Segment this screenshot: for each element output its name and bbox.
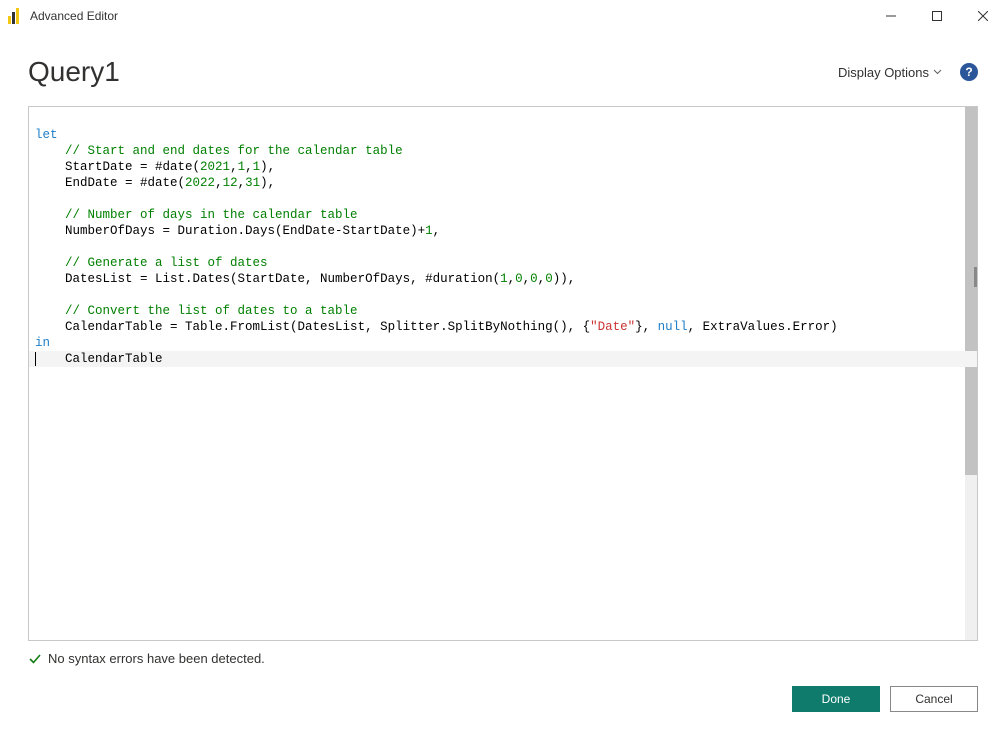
number: 31 [245,176,260,190]
close-button[interactable] [960,0,1006,32]
query-name[interactable]: Query1 [28,56,120,88]
keyword-null: null [658,320,688,334]
minimize-button[interactable] [868,0,914,32]
code-text: NumberOfDays = Duration.Days(EndDate-Sta… [65,224,425,238]
keyword-let: let [35,128,58,142]
keyword-in: in [35,336,50,350]
app-icon [8,8,24,24]
number: 1 [500,272,508,286]
code-text: StartDate = #date( [65,160,200,174]
number: 0 [545,272,553,286]
number: 1 [238,160,246,174]
comment: // Start and end dates for the calendar … [65,144,403,158]
number: 2022 [185,176,215,190]
code-text: CalendarTable = Table.FromList(DatesList… [65,320,590,334]
done-button[interactable]: Done [792,686,880,712]
number: 0 [515,272,523,286]
maximize-button[interactable] [914,0,960,32]
display-options-dropdown[interactable]: Display Options [838,65,942,80]
number: 0 [530,272,538,286]
window-title: Advanced Editor [30,9,118,23]
title-bar: Advanced Editor [0,0,1006,32]
chevron-down-icon [933,69,942,75]
help-icon[interactable]: ? [960,63,978,81]
number: 12 [223,176,238,190]
footer: Done Cancel [0,666,1006,712]
comment: // Convert the list of dates to a table [65,304,358,318]
status-bar: No syntax errors have been detected. [28,651,978,666]
comment: // Generate a list of dates [65,256,268,270]
comment: // Number of days in the calendar table [65,208,358,222]
cancel-button[interactable]: Cancel [890,686,978,712]
code-text: DatesList = List.Dates(StartDate, Number… [65,272,500,286]
code-text: EndDate = #date( [65,176,185,190]
status-message: No syntax errors have been detected. [48,651,265,666]
window-controls [868,0,1006,32]
code-text: CalendarTable [65,352,163,366]
code-editor[interactable]: let // Start and end dates for the calen… [28,106,978,641]
number: 1 [425,224,433,238]
string: "Date" [590,320,635,334]
display-options-label: Display Options [838,65,929,80]
number: 1 [253,160,261,174]
number: 2021 [200,160,230,174]
text-cursor [35,352,36,366]
header-row: Query1 Display Options ? [28,56,978,88]
check-icon [28,652,42,666]
